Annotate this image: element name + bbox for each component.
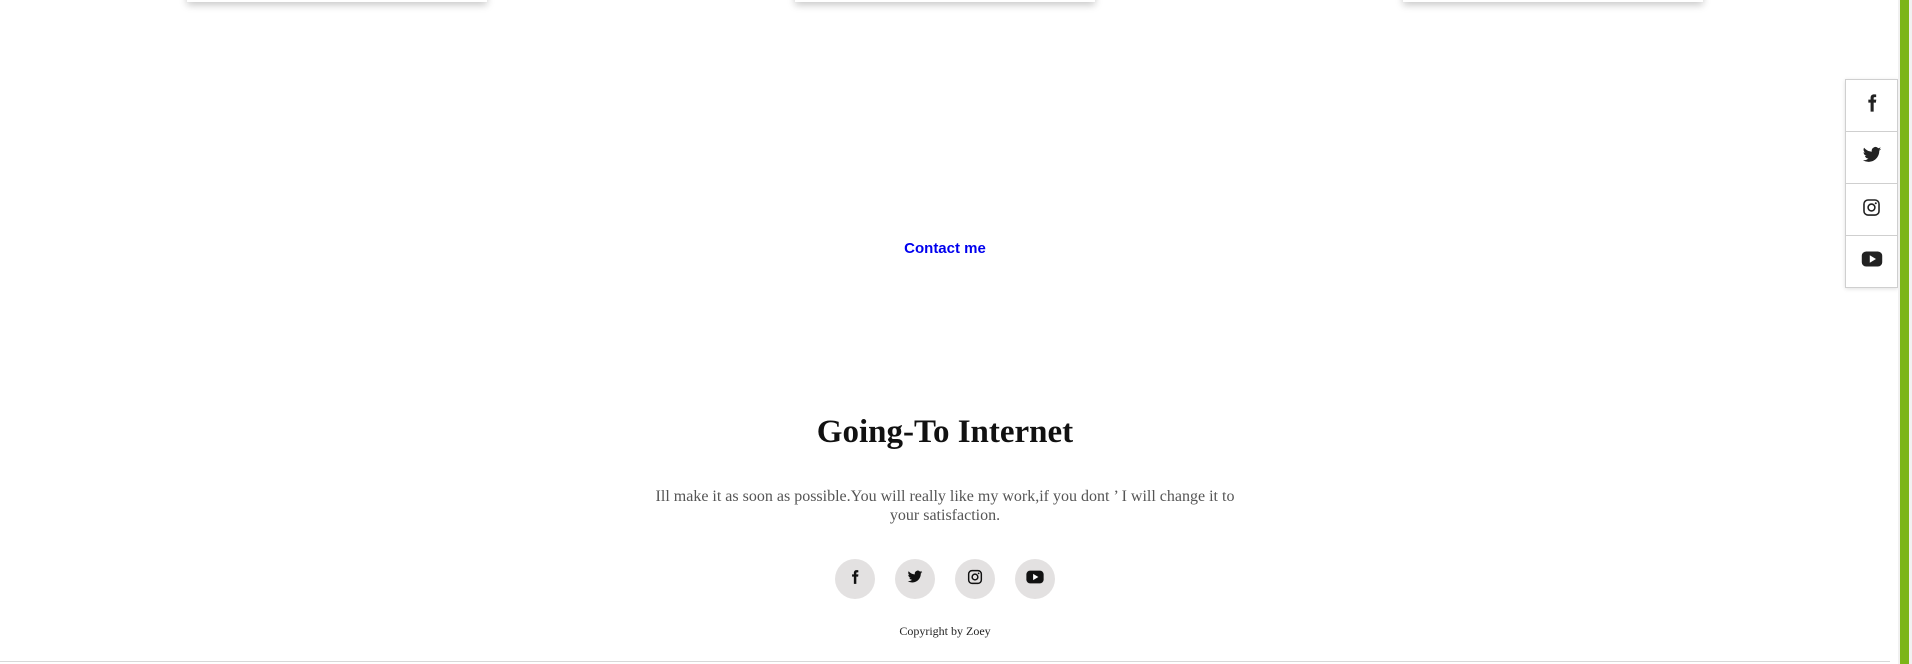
footer-title: Going-To Internet [816,414,1074,450]
footer-youtube-button[interactable] [1015,559,1055,599]
twitter-icon [907,569,923,590]
facebook-icon [1862,93,1882,118]
card-1 [187,0,487,2]
copyright-text: Copyright by Zoey [899,624,991,638]
footer-facebook-button[interactable] [835,559,875,599]
footer-divider [0,661,1890,662]
side-instagram-button[interactable] [1846,184,1897,236]
side-youtube-button[interactable] [1846,236,1897,287]
youtube-icon [1861,251,1883,272]
youtube-icon [1026,570,1044,589]
instagram-icon [1862,198,1881,222]
side-twitter-button[interactable] [1846,132,1897,184]
page-scrollbar[interactable] [1898,0,1912,664]
instagram-icon [967,569,983,590]
contact-section: Contact me [0,240,1890,257]
facebook-icon [847,569,863,590]
side-facebook-button[interactable] [1846,80,1897,132]
scrollbar-thumb[interactable] [1900,0,1909,664]
footer-instagram-button[interactable] [955,559,995,599]
card-3 [1403,0,1703,2]
card-2 [795,0,1095,2]
footer-social-links [0,559,1890,599]
side-social-bar [1845,79,1898,288]
twitter-icon [1862,145,1882,170]
contact-me-link[interactable]: Contact me [904,240,986,257]
footer-description: Ill make it as soon as possible.You will… [655,488,1235,524]
footer-twitter-button[interactable] [895,559,935,599]
